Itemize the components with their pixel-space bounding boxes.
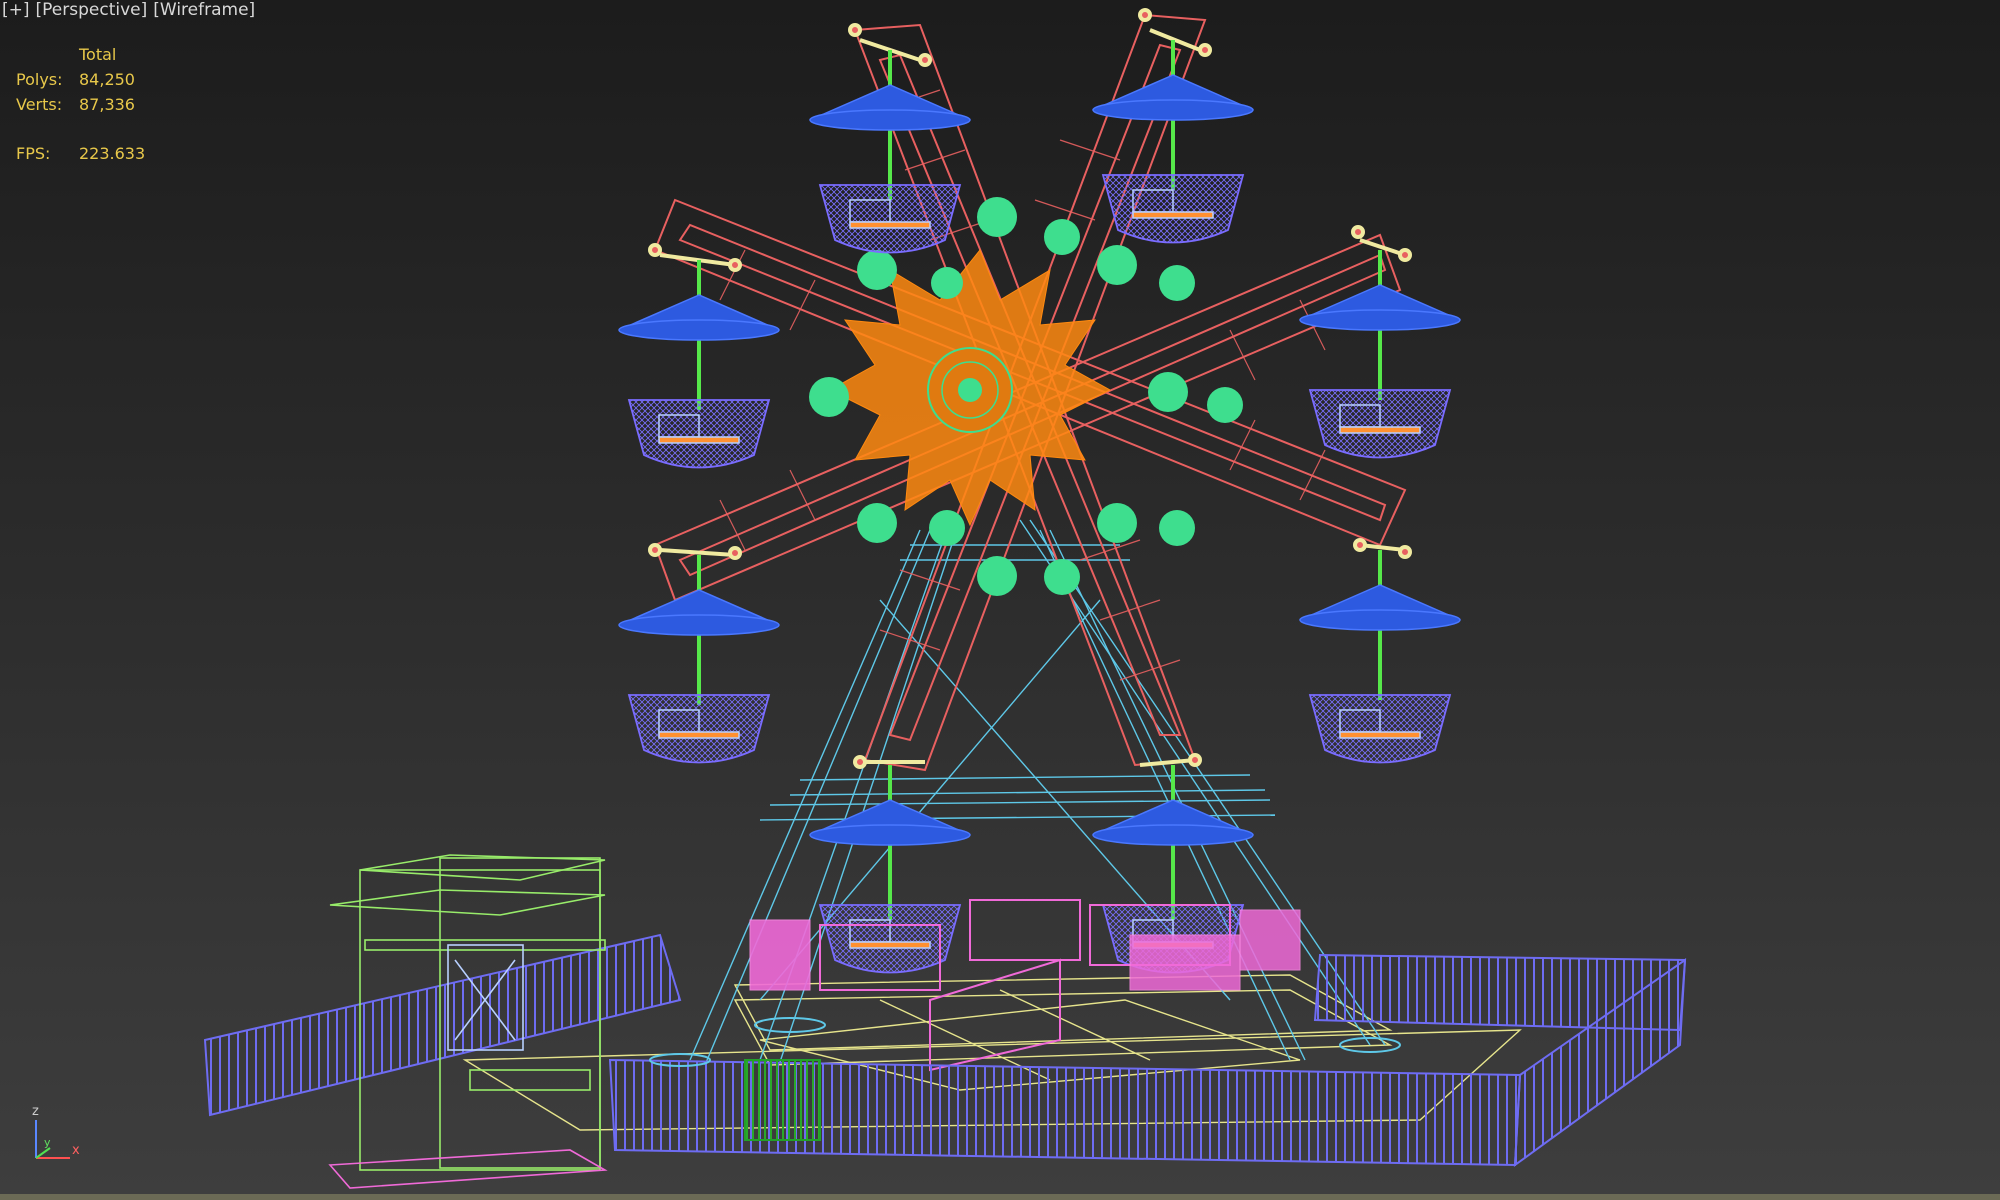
statistics-overlay: Total Polys: 84,250 Verts: 87,336 FPS: 223.…	[16, 42, 145, 166]
perimeter-fence	[203, 933, 1687, 1168]
3d-viewport[interactable]: z x y [+] [Perspective] [Wireframe] Tota…	[0, 0, 2000, 1194]
fence-gate	[744, 1059, 821, 1141]
polys-value: 84,250	[79, 70, 135, 89]
axis-z-label: z	[32, 1104, 39, 1119]
verts-value: 87,336	[79, 95, 135, 114]
viewport-label-menu: [+] [Perspective] [Wireframe]	[2, 0, 255, 22]
axis-y-label: y	[44, 1136, 51, 1149]
wireframe-scene[interactable]: z x y	[0, 0, 2000, 1194]
viewport-bottom-border	[0, 1194, 2000, 1200]
viewport-shading-menu[interactable]: [Wireframe]	[153, 0, 255, 22]
viewport-point-of-view-menu[interactable]: [Perspective]	[36, 0, 148, 22]
axis-x-label: x	[72, 1143, 80, 1158]
fps-label: FPS:	[16, 144, 51, 163]
stats-header: Total	[79, 45, 117, 64]
viewport-general-menu[interactable]: [+]	[2, 0, 30, 22]
fps-value: 223.633	[79, 144, 146, 163]
axis-gizmo: z x y	[32, 1104, 80, 1159]
polys-label: Polys:	[16, 70, 63, 89]
wheel-hub	[828, 249, 1112, 527]
verts-label: Verts:	[16, 95, 63, 114]
